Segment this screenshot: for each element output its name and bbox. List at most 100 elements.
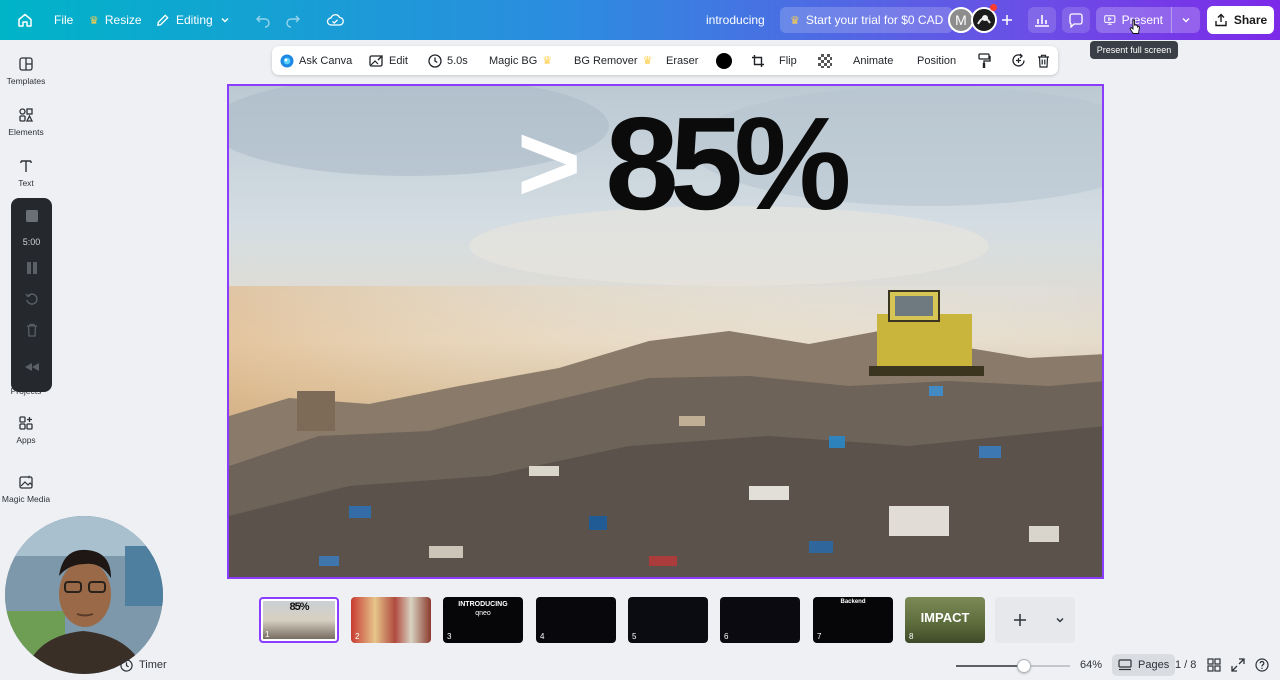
crop-button[interactable] (751, 46, 765, 75)
add-collaborator-button[interactable] (1000, 0, 1014, 40)
file-menu[interactable]: File (54, 0, 73, 40)
magic-bg-button[interactable]: Magic BG ♛ (489, 46, 552, 75)
thumbnail-text: INTRODUCING (458, 601, 508, 608)
rewind-icon (24, 363, 39, 371)
position-button[interactable]: Position (917, 46, 956, 75)
refresh-plus-icon (1012, 53, 1025, 67)
paint-roller-icon (978, 52, 991, 68)
duration-button[interactable]: 5.0s (428, 46, 468, 75)
zoom-level[interactable]: 64% (1080, 652, 1102, 678)
resize-button[interactable]: ♛ Resize (89, 0, 142, 40)
sidebar-item-elements[interactable]: Elements (0, 107, 52, 137)
page-thumbnail-5[interactable]: 5 (628, 597, 708, 643)
document-title-text: introducing (706, 13, 765, 27)
zoom-slider[interactable] (956, 659, 1070, 673)
timer-label: Timer (139, 659, 167, 671)
grid-view-button[interactable] (1207, 652, 1221, 678)
home-icon (18, 13, 32, 27)
mouse-cursor-icon (1129, 19, 1140, 34)
clock-icon (120, 658, 133, 672)
sidebar-item-label: Magic Media (1, 494, 51, 504)
crown-icon: ♛ (542, 55, 553, 67)
sidebar-item-label: Templates (6, 76, 46, 86)
canva-ai-icon (280, 54, 294, 67)
transparency-button[interactable] (818, 46, 832, 75)
bg-remover-label: BG Remover (574, 54, 638, 67)
magic-media-icon (19, 475, 33, 489)
comments-button[interactable] (1062, 7, 1090, 33)
color-swatch-button[interactable] (716, 46, 732, 75)
crop-icon (752, 54, 764, 67)
slide-canvas[interactable]: > 85% (227, 84, 1104, 579)
sidebar-item-text[interactable]: Text (0, 158, 52, 188)
thumbnail-number: 4 (540, 632, 545, 641)
stop-timer-button[interactable] (11, 209, 52, 223)
share-label: Share (1233, 13, 1268, 27)
insights-button[interactable] (1028, 7, 1056, 33)
delete-button[interactable] (1037, 46, 1050, 75)
context-toolbar: Ask Canva Edit 5.0s Magic BG ♛ BG Remove… (272, 46, 1058, 75)
page-thumbnail-3[interactable]: INTRODUCING qneo 3 (443, 597, 523, 643)
sidebar-item-apps[interactable]: Apps (0, 415, 52, 445)
thumbnail-text: IMPACT (920, 610, 970, 625)
bg-remover-button[interactable]: BG Remover ♛ (574, 46, 652, 75)
thumbnail-number: 6 (724, 632, 729, 641)
add-page-control (995, 597, 1075, 643)
webcam-bubble[interactable] (5, 516, 163, 674)
resize-label: Resize (104, 13, 142, 27)
page-thumbnail-2[interactable]: 2 (351, 597, 431, 643)
zoom-slider-handle[interactable] (1017, 659, 1031, 673)
timer-button[interactable]: Timer (120, 652, 167, 678)
editing-mode-dropdown[interactable]: Editing (155, 0, 231, 40)
trial-button[interactable]: ♛ Start your trial for $0 CAD (780, 7, 954, 33)
add-page-options-button[interactable] (1045, 614, 1075, 626)
page-counter: 1 / 8 (1175, 652, 1196, 678)
share-button[interactable]: Share (1207, 6, 1274, 34)
sidebar-item-templates[interactable]: Templates (0, 56, 52, 86)
position-label: Position (917, 54, 957, 67)
flip-button[interactable]: Flip (779, 46, 797, 75)
add-page-button[interactable] (995, 613, 1045, 627)
document-title[interactable]: introducing (706, 0, 765, 40)
edit-image-button[interactable]: Edit (369, 46, 408, 75)
undo-button[interactable] (255, 0, 271, 40)
home-button[interactable] (17, 0, 33, 40)
pages-button-inner: Pages (1112, 654, 1176, 676)
page-thumbnail-4[interactable]: 4 (536, 597, 616, 643)
regenerate-button[interactable] (1011, 46, 1026, 75)
pages-button[interactable]: Pages (1112, 652, 1176, 678)
cloud-save-status[interactable] (326, 0, 344, 40)
page-thumbnail-1[interactable]: 85% 1 (259, 597, 339, 643)
flip-label: Flip (779, 54, 797, 67)
sidebar-item-magic-media[interactable]: Magic Media (0, 474, 52, 504)
animate-button[interactable]: Animate (853, 46, 893, 75)
rewind-timer-button[interactable] (11, 362, 52, 372)
help-button[interactable] (1255, 652, 1269, 678)
clock-icon (428, 53, 442, 68)
copy-style-button[interactable] (977, 46, 991, 75)
expand-icon (1231, 658, 1245, 672)
reset-timer-button[interactable] (11, 292, 52, 306)
thumbnail-number: 5 (632, 632, 637, 641)
headline-percentage: 85% (605, 90, 851, 237)
delete-timer-button[interactable] (11, 323, 52, 337)
edit-image-icon (369, 54, 383, 67)
page-thumbnail-6[interactable]: 6 (720, 597, 800, 643)
top-bar: File ♛ Resize Editing introducing ♛ Star… (0, 0, 1280, 40)
undo-icon (256, 15, 270, 28)
ask-canva-button[interactable]: Ask Canva (280, 46, 352, 75)
thumbnail-number: 2 (355, 632, 360, 641)
present-options-button[interactable] (1172, 14, 1200, 26)
eraser-button[interactable]: Eraser (666, 46, 698, 75)
redo-button[interactable] (285, 0, 301, 40)
thumbnail-number: 3 (447, 632, 452, 641)
color-swatch (716, 52, 732, 69)
editing-label: Editing (176, 13, 213, 27)
page-thumbnail-8[interactable]: IMPACT 8 (905, 597, 985, 643)
fullscreen-button[interactable] (1231, 652, 1245, 678)
pause-timer-button[interactable] (11, 261, 52, 275)
thumbnail-number: 7 (817, 632, 822, 641)
webcam-video (5, 516, 163, 674)
page-thumbnail-7[interactable]: Backend 7 (813, 597, 893, 643)
slide-headline[interactable]: > 85% (517, 90, 851, 237)
